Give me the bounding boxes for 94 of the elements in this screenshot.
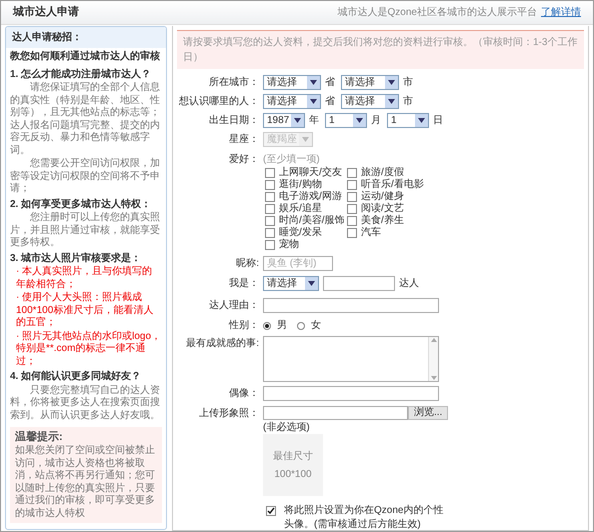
notice-bar: 请按要求填写您的达人资料，提交后我们将对您的资料进行审核。（审核时间：1-3个工作日） — [177, 30, 584, 69]
text-field[interactable] — [263, 298, 439, 313]
checkbox-label: 上网聊天/交友 — [279, 166, 342, 178]
placeholder-text: 最佳尺寸 — [273, 450, 313, 464]
checkbox[interactable] — [265, 240, 275, 250]
checkbox-label: 美食/养生 — [361, 214, 404, 226]
radio-button[interactable] — [263, 322, 271, 330]
select-field[interactable]: 1 — [387, 113, 429, 128]
unit-label: 市 — [403, 94, 413, 109]
note-text: (非必选项) — [263, 420, 310, 435]
checkbox[interactable] — [347, 192, 357, 202]
checkbox[interactable] — [347, 216, 357, 226]
hint-text: (至少填一项) — [263, 152, 320, 166]
field-label: 昵称: — [236, 258, 259, 269]
unit-label: 月 — [371, 114, 381, 128]
sidebar-heading: 达人申请秘招： — [6, 27, 166, 48]
paragraph-text: 请您保证填写的全部个人信息的真实性（特别是年龄、地区、性别等），且无其他站点的标志等；达人报名问题填写完整、提交的内容无反动、暴力和色情等敏感字词。 — [10, 82, 161, 157]
select-field[interactable]: 1987 — [263, 113, 305, 128]
checkbox-label: 运动/健身 — [361, 190, 404, 202]
sidebar-subtitle: 教您如何顺利通过城市达人的审核 — [10, 51, 161, 64]
radio-label: 男 — [277, 319, 287, 333]
select-field[interactable]: 1 — [325, 113, 367, 128]
section-title: 4. 如何能认识更多同城好友？ — [10, 371, 142, 384]
unit-label: 日 — [433, 114, 443, 128]
paragraph-text: 您注册时可以上传您的真实照片，并且照片通过审核，就能享受更多特权。 — [10, 212, 161, 250]
page-title: 城市达人申请 — [13, 4, 79, 20]
checkbox-label: 电子游戏/网游 — [279, 190, 342, 202]
details-link[interactable]: 了解详情 — [541, 5, 581, 20]
field-label: 爱好： — [229, 154, 259, 165]
checkbox[interactable] — [265, 192, 275, 202]
checkbox[interactable] — [347, 180, 357, 190]
select-field[interactable]: 请选择 — [263, 94, 321, 109]
placeholder-text: 100*100 — [274, 468, 312, 482]
field-label: 想认识哪里的人： — [179, 96, 259, 107]
unit-label: 年 — [309, 114, 319, 128]
unit-label: 省 — [325, 94, 335, 109]
checkbox-label: 阅读/文艺 — [361, 202, 404, 214]
checkbox[interactable] — [347, 228, 357, 238]
text-area[interactable] — [263, 336, 439, 382]
radio-label: 女 — [311, 319, 321, 333]
checkbox[interactable] — [265, 228, 275, 238]
unit-label: 省 — [325, 76, 335, 90]
checkbox-label: 汽车 — [361, 226, 381, 240]
checkbox-label: 宠物 — [279, 238, 299, 252]
text-field[interactable] — [323, 276, 395, 291]
checkbox[interactable] — [265, 216, 275, 226]
checkbox[interactable] — [265, 204, 275, 214]
field-label: 星座： — [229, 134, 259, 145]
checkbox[interactable] — [265, 180, 275, 190]
tip-text: 如果您关闭了空间或空间被禁止访问，城市达人资格也将被取消，站点将不再另行通知；您可以随时上传您的真实照片，只要通过我们的审核，即可享受更多的城市达人特权 — [15, 445, 156, 520]
browse-button[interactable]: 浏览... — [408, 406, 448, 420]
text-field[interactable]: 臭鱼 (李钊) — [263, 256, 333, 271]
radio-button[interactable] — [297, 322, 305, 330]
field-label: 所在城市： — [209, 77, 259, 88]
field-label: 达人理由： — [209, 300, 259, 311]
intro-text: 城市达人是Qzone社区各城市的达人展示平台 — [338, 6, 537, 20]
paragraph-text: · 使用个人大头照：照片截成100*100标准尺寸后，能看清人的五官； — [15, 292, 154, 330]
text-field[interactable] — [263, 386, 439, 401]
field-label: 最有成就感的事: — [186, 338, 259, 349]
scrollbar[interactable] — [428, 337, 438, 381]
select-field[interactable]: 请选择 — [341, 94, 399, 109]
checkbox-label: 逛街/购物 — [279, 178, 322, 190]
checkbox-label: 旅游/度假 — [361, 166, 404, 178]
checkbox[interactable] — [265, 168, 275, 178]
scroll-up-arrow-icon[interactable] — [430, 338, 436, 342]
checkbox-label: 时尚/美容/服饰 — [279, 214, 345, 226]
paragraph-text: 只要您完整填写自己的达人资料，你将被更多达人在搜索页面搜索到。从而认识更多达人好友哦。 — [10, 384, 161, 422]
scroll-down-arrow-icon[interactable] — [430, 376, 436, 380]
paragraph-text: 您需要公开空间访问权限，加密等设定访问权限的空间将不予申请； — [10, 158, 161, 196]
tip-title: 温馨提示: — [15, 430, 64, 444]
checkbox[interactable] — [347, 168, 357, 178]
paragraph-text: · 照片无其他站点的水印或logo，特别是**.com的标志一律不通过； — [15, 330, 162, 368]
select-field[interactable]: 请选择 — [263, 276, 319, 291]
field-label: 上传形象照： — [199, 408, 259, 419]
checkbox-label: 娱乐/追星 — [279, 202, 322, 214]
suffix-label: 达人 — [399, 276, 419, 291]
section-title: 1. 怎么才能成功注册城市达人？ — [10, 68, 152, 81]
checkbox-label: 将此照片设置为你在Qzone内的个性头像。(需审核通过后方能生效) — [284, 504, 444, 530]
checkbox[interactable] — [347, 204, 357, 214]
unit-label: 市 — [403, 76, 413, 90]
field-label: 我是： — [229, 278, 259, 289]
field-label: 出生日期： — [209, 115, 259, 126]
field-label: 偶像： — [229, 388, 259, 399]
select-field[interactable]: 请选择 — [263, 75, 321, 90]
select-field[interactable]: 请选择 — [341, 75, 399, 90]
checkbox-label: 听音乐/看电影 — [361, 178, 424, 190]
paragraph-text: · 本人真实照片，且与你填写的年龄相符合； — [15, 266, 154, 291]
field-label: 性别： — [229, 320, 259, 331]
select-field: 魔羯座 — [263, 132, 313, 147]
section-title: 2. 如何享受更多城市达人特权： — [10, 198, 152, 211]
section-title: 3. 城市达人照片审核要求是： — [10, 252, 142, 265]
checkbox[interactable] — [266, 506, 276, 516]
file-path-field[interactable] — [263, 406, 408, 420]
checkbox-label: 睡觉/发呆 — [279, 226, 322, 238]
